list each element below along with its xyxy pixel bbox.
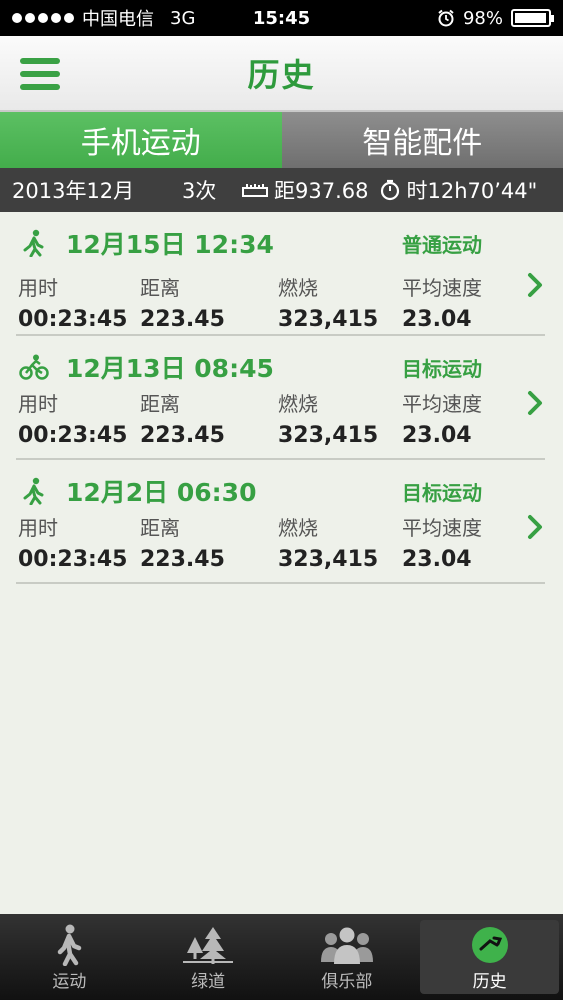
tab-bar: 运动 绿道 俱乐部 历史 [0, 914, 563, 1000]
stat-label: 燃烧 [278, 276, 318, 300]
record-stats: 用时 00:23:45 距离 223.45 燃烧 323,415 平均速度 23… [16, 512, 526, 572]
summary-distance-value: 距937.68 [274, 179, 369, 203]
stat-avg-speed: 平均速度 23.04 [402, 388, 482, 448]
history-record[interactable]: 12月15日 12:34 普通运动 用时 00:23:45 距离 223.45 … [16, 212, 545, 336]
trees-icon [181, 923, 235, 967]
walking-icon [16, 476, 52, 506]
record-stats: 用时 00:23:45 距离 223.45 燃烧 323,415 平均速度 23… [16, 388, 526, 448]
walking-icon [16, 228, 52, 258]
record-type: 普通运动 [402, 232, 482, 257]
battery-fill [515, 13, 547, 23]
group-icon [319, 923, 375, 967]
stat-value: 223.45 [140, 423, 225, 448]
stat-value: 00:23:45 [18, 423, 128, 448]
record-type: 目标运动 [402, 356, 482, 381]
network-label: 3G [170, 7, 196, 29]
stat-label: 用时 [18, 516, 58, 540]
stat-value: 323,415 [278, 547, 379, 572]
record-stats: 用时 00:23:45 距离 223.45 燃烧 323,415 平均速度 23… [16, 272, 526, 332]
record-header: 12月13日 08:45 目标运动 [16, 350, 545, 384]
segment-phone-sport[interactable]: 手机运动 [0, 112, 282, 168]
carrier-label: 中国电信 [82, 9, 154, 30]
summary-month: 2013年12月 [12, 179, 135, 203]
battery-icon [511, 9, 554, 27]
status-left: 中国电信 3G [12, 5, 195, 31]
tab-sport[interactable]: 运动 [0, 914, 139, 1000]
stat-label: 用时 [18, 392, 58, 416]
stat-label: 距离 [140, 516, 180, 540]
stat-value: 00:23:45 [18, 547, 128, 572]
stat-calories: 燃烧 323,415 [278, 512, 378, 572]
stat-label: 平均速度 [402, 276, 482, 300]
stat-value: 23.04 [402, 547, 472, 572]
status-bar: 中国电信 3G 15:45 98% [0, 0, 563, 36]
stat-value: 23.04 [402, 423, 472, 448]
chevron-right-icon[interactable] [525, 512, 545, 542]
page-title: 历史 [247, 56, 316, 94]
record-header: 12月2日 06:30 目标运动 [16, 474, 545, 508]
nav-bar: 历史 [0, 36, 563, 112]
stat-duration: 用时 00:23:45 [18, 512, 127, 572]
record-date: 12月13日 08:45 [66, 354, 274, 383]
status-right: 98% [437, 7, 554, 29]
record-header: 12月15日 12:34 普通运动 [16, 226, 545, 260]
ruler-icon [242, 184, 268, 197]
history-record[interactable]: 12月2日 06:30 目标运动 用时 00:23:45 距离 223.45 燃… [16, 460, 545, 584]
stat-value: 00:23:45 [18, 307, 128, 332]
stat-avg-speed: 平均速度 23.04 [402, 272, 482, 332]
stat-distance: 距离 223.45 [140, 512, 225, 572]
stat-value: 223.45 [140, 307, 225, 332]
stat-label: 燃烧 [278, 392, 318, 416]
tab-greenway[interactable]: 绿道 [139, 914, 278, 1000]
summary-bar: 2013年12月 3次 距937.68 时12h70’44" [0, 168, 563, 212]
chevron-right-icon[interactable] [525, 388, 545, 418]
tab-club[interactable]: 俱乐部 [278, 914, 417, 1000]
stat-distance: 距离 223.45 [140, 272, 225, 332]
stat-distance: 距离 223.45 [140, 388, 225, 448]
alarm-icon [438, 9, 454, 27]
stat-value: 323,415 [278, 307, 379, 332]
record-type: 目标运动 [402, 480, 482, 505]
stat-label: 平均速度 [402, 516, 482, 540]
stat-label: 距离 [140, 276, 180, 300]
history-icon [470, 923, 510, 967]
record-date: 12月15日 12:34 [66, 230, 274, 259]
summary-duration: 时12h70’44" [380, 175, 537, 205]
tab-label: 绿道 [191, 971, 226, 992]
chevron-right-icon[interactable] [525, 270, 545, 300]
tab-label: 俱乐部 [321, 971, 373, 992]
history-list: 12月15日 12:34 普通运动 用时 00:23:45 距离 223.45 … [0, 212, 563, 584]
stat-avg-speed: 平均速度 23.04 [402, 512, 482, 572]
stat-label: 燃烧 [278, 516, 318, 540]
segment-smart-accessory[interactable]: 智能配件 [281, 112, 563, 168]
hamburger-menu-icon[interactable] [20, 58, 60, 90]
stat-duration: 用时 00:23:45 [18, 272, 127, 332]
stat-value: 23.04 [402, 307, 472, 332]
summary-count: 3次 [182, 179, 217, 203]
stat-duration: 用时 00:23:45 [18, 388, 127, 448]
tab-label: 运动 [52, 971, 87, 992]
tab-history[interactable]: 历史 [420, 920, 559, 994]
tab-label: 历史 [472, 971, 507, 992]
cycling-icon [16, 352, 52, 382]
summary-distance: 距937.68 [242, 175, 368, 205]
signal-strength-icon [12, 13, 74, 23]
battery-percent: 98% [462, 7, 503, 29]
stat-label: 平均速度 [402, 392, 482, 416]
segmented-control: 手机运动 智能配件 [0, 112, 563, 168]
walking-person-icon [54, 923, 84, 967]
stat-label: 距离 [140, 392, 180, 416]
stat-value: 223.45 [140, 547, 225, 572]
stat-calories: 燃烧 323,415 [278, 388, 378, 448]
stopwatch-icon [381, 179, 400, 201]
record-date: 12月2日 06:30 [66, 478, 257, 507]
summary-duration-value: 时12h70’44" [406, 179, 538, 203]
stat-label: 用时 [18, 276, 58, 300]
history-record[interactable]: 12月13日 08:45 目标运动 用时 00:23:45 距离 223.45 … [16, 336, 545, 460]
stat-value: 323,415 [278, 423, 379, 448]
stat-calories: 燃烧 323,415 [278, 272, 378, 332]
